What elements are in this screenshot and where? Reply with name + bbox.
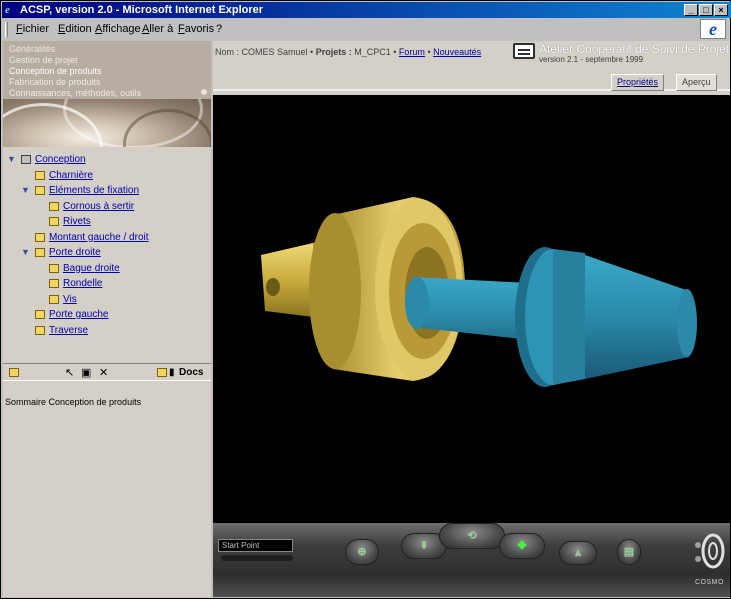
separator-icon: ▮ (169, 367, 175, 378)
open-folder-icon[interactable] (157, 368, 167, 377)
summary-text: Sommaire Conception de produits (5, 397, 142, 407)
folder-icon (49, 263, 59, 273)
expand-toggle-icon[interactable]: ▼ (21, 246, 31, 259)
header-photo (3, 99, 211, 147)
nav-link-knowledge-methods-tools[interactable]: Connaissances, méthodes, outils (9, 88, 141, 98)
pan-button[interactable]: ✥ (499, 533, 545, 559)
product-tree: ▼ Conception Charnière ▼ Eléments de fixatio… (3, 149, 211, 359)
walk-button[interactable]: ⩓ (559, 541, 597, 565)
menu-go[interactable]: Aller à (142, 22, 173, 36)
acsp-logo-icon (513, 43, 535, 59)
3d-model (261, 197, 697, 387)
nav-link-project-management[interactable]: Gestion de projet (9, 55, 78, 65)
maximize-button[interactable]: □ (699, 4, 713, 16)
viewpoint-slider[interactable] (221, 555, 293, 561)
tree-node-label[interactable]: Montant gauche / droit (49, 231, 149, 244)
browser-window: e ACSP, version 2.0 - Microsoft Internet… (0, 0, 731, 599)
seek-button[interactable]: ⊕ (345, 539, 379, 565)
tree-node-label[interactable]: Rondelle (63, 277, 102, 290)
menu-help[interactable]: ? (216, 22, 222, 36)
tree-node-label[interactable]: Traverse (49, 324, 88, 337)
minimize-button[interactable]: _ (684, 4, 698, 16)
cursor-icon[interactable]: ↖ (65, 366, 74, 380)
news-link[interactable]: Nouveautés (433, 47, 481, 57)
expand-toggle-icon[interactable]: ▼ (21, 184, 31, 197)
tree-node-label[interactable]: Charnière (49, 169, 93, 182)
tree-node-label[interactable]: Cornous à sertir (63, 200, 134, 213)
folder-icon (35, 232, 45, 242)
folder-icon (49, 294, 59, 304)
tree-node-label[interactable]: Eléments de fixation (49, 184, 139, 197)
vrml-3d-viewport[interactable] (213, 95, 730, 523)
delete-icon[interactable]: ✕ (99, 366, 108, 380)
breadcrumb: Nom : COMES Samuel • Projets : M_CPC1 • … (215, 47, 482, 57)
nav-link-product-design[interactable]: Conception de produits (9, 66, 102, 76)
new-folder-icon[interactable] (9, 368, 19, 377)
folder-icon (35, 310, 45, 319)
nav-indicator-dot (201, 89, 207, 95)
tree-node-label[interactable]: Bague droite (63, 262, 120, 275)
folder-icon (49, 201, 59, 211)
close-button[interactable]: × (714, 4, 728, 16)
folder-icon (35, 186, 45, 195)
tree-node-label[interactable]: Vis (63, 293, 77, 306)
nav-link-general[interactable]: Généralités (9, 44, 55, 54)
ie-logo-icon: e (700, 19, 726, 39)
folder-icon (35, 248, 45, 257)
viewpoint-field[interactable]: Start Point (218, 539, 293, 552)
cosmo-brand: COSMO (695, 579, 724, 586)
app-title: Atelier Coopératif de Suivi de Projet (539, 42, 730, 56)
ie-icon: e (5, 4, 10, 16)
section-nav: Généralités Gestion de projet Conception… (3, 41, 211, 101)
tree-toolbar: ↖ ▣ ✕ ▮ Docs (3, 363, 211, 381)
rotate-icon: ⟲ (467, 530, 477, 542)
tree-node-label[interactable]: Conception (35, 153, 86, 166)
cosmo-logo-icon (695, 533, 725, 569)
folder-icon (35, 325, 45, 335)
view-tabs: Propriétés Aperçu (213, 71, 730, 91)
menu-edit[interactable]: Edition (58, 22, 92, 36)
vrml-control-dashboard: Start Point ⊕ ⇞ ⟲ ✥ ⩓ ▤ COSMO (213, 523, 730, 597)
pan-arrows-icon: ✥ (517, 540, 527, 552)
menu-bar: Fichier Edition Affichage Aller à Favori… (2, 19, 731, 39)
left-panel: Généralités Gestion de projet Conception… (3, 41, 211, 597)
window-title: ACSP, version 2.0 - Microsoft Internet E… (20, 4, 264, 16)
tab-preview[interactable]: Aperçu (676, 74, 717, 91)
folder-icon (49, 279, 59, 288)
title-bar[interactable]: e ACSP, version 2.0 - Microsoft Internet… (2, 2, 731, 18)
folder-icon (35, 170, 45, 180)
menu-view[interactable]: Affichage (95, 22, 141, 36)
app-version: version 2.1 - septembre 1999 (539, 55, 644, 64)
info-button[interactable]: ▤ (617, 539, 641, 565)
nav-link-product-manufacturing[interactable]: Fabrication de produits (9, 77, 101, 87)
page-icon: ▤ (623, 546, 635, 558)
tree-node-label[interactable]: Porte droite (49, 246, 101, 259)
menu-grip[interactable] (5, 22, 8, 37)
docs-button[interactable]: Docs (179, 366, 203, 380)
user-name: Nom : COMES Samuel (215, 47, 308, 57)
tree-node-label[interactable]: Rivets (63, 215, 91, 228)
menu-file[interactable]: Fichier (16, 22, 49, 36)
tree-node-label[interactable]: Porte gauche (49, 308, 109, 321)
tab-properties[interactable]: Propriétés (611, 74, 665, 91)
rotate-button[interactable]: ⟲ (439, 523, 505, 549)
save-icon[interactable]: ▣ (81, 366, 91, 380)
menu-favorites[interactable]: Favoris (178, 22, 214, 36)
forum-link[interactable]: Forum (399, 47, 425, 57)
content-panel: Nom : COMES Samuel • Projets : M_CPC1 • … (213, 41, 730, 597)
expand-toggle-icon[interactable]: ▼ (7, 153, 17, 166)
walk-icon: ⩓ (574, 547, 582, 559)
project-name: M_CPC1 (354, 47, 391, 57)
node-icon (21, 155, 31, 164)
projects-label: Projets : (315, 47, 352, 57)
target-icon: ⊕ (357, 546, 367, 558)
folder-icon (49, 217, 59, 226)
